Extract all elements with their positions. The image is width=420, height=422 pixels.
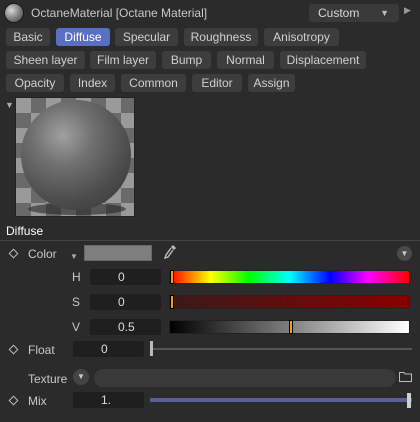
chevron-right-icon[interactable]: ▶ xyxy=(404,5,411,16)
color-label: Color xyxy=(28,247,57,261)
float-slider-handle[interactable] xyxy=(150,341,153,356)
keyframe-diamond-icon[interactable] xyxy=(8,248,19,259)
color-mode-arrow-icon[interactable]: ▼ xyxy=(70,252,78,261)
tab-displacement[interactable]: Displacement xyxy=(280,51,366,69)
float-slider[interactable] xyxy=(150,348,412,350)
float-field[interactable]: 0 xyxy=(73,341,144,357)
folder-icon[interactable] xyxy=(399,371,412,382)
tab-assign[interactable]: Assign xyxy=(248,74,295,92)
divider xyxy=(0,240,420,241)
mix-slider[interactable] xyxy=(150,398,412,402)
hue-slider[interactable] xyxy=(169,270,410,284)
collapse-icon[interactable]: ▼ xyxy=(5,100,14,110)
s-field[interactable]: 0 xyxy=(90,294,161,310)
hue-slider-handle[interactable] xyxy=(170,270,174,284)
material-title: OctaneMaterial [Octane Material] xyxy=(31,6,208,20)
dropdown-arrow-icon: ▼ xyxy=(380,8,389,18)
value-slider-handle[interactable] xyxy=(289,320,293,334)
saturation-slider-handle[interactable] xyxy=(170,295,174,309)
tab-index[interactable]: Index xyxy=(70,74,115,92)
keyframe-diamond-icon[interactable] xyxy=(8,395,19,406)
value-slider[interactable] xyxy=(169,320,410,334)
v-label: V xyxy=(72,320,81,334)
s-label: S xyxy=(72,295,81,309)
tab-bump[interactable]: Bump xyxy=(162,51,211,69)
material-icon xyxy=(4,3,24,23)
mix-slider-handle[interactable] xyxy=(407,393,411,408)
tab-editor[interactable]: Editor xyxy=(192,74,242,92)
color-swatch[interactable] xyxy=(84,245,152,261)
tab-film-layer[interactable]: Film layer xyxy=(90,51,156,69)
tab-sheen-layer[interactable]: Sheen layer xyxy=(6,51,85,69)
tab-anisotropy[interactable]: Anisotropy xyxy=(264,28,339,46)
tab-diffuse[interactable]: Diffuse xyxy=(56,28,110,46)
tab-opacity[interactable]: Opacity xyxy=(6,74,64,92)
color-options-button[interactable]: ▼ xyxy=(397,246,412,261)
saturation-slider[interactable] xyxy=(169,295,410,309)
mix-label: Mix xyxy=(28,394,47,408)
eyedropper-icon[interactable] xyxy=(163,244,177,260)
h-field[interactable]: 0 xyxy=(90,269,161,285)
v-field[interactable]: 0.5 xyxy=(90,319,161,335)
section-title: Diffuse xyxy=(6,224,44,238)
tab-common[interactable]: Common xyxy=(121,74,186,92)
keyframe-diamond-icon[interactable] xyxy=(8,344,19,355)
tab-roughness[interactable]: Roughness xyxy=(184,28,258,46)
h-label: H xyxy=(72,270,81,284)
preview-sphere xyxy=(21,100,131,210)
float-label: Float xyxy=(28,343,55,357)
texture-dropdown-button[interactable]: ▼ xyxy=(73,369,89,385)
mix-field[interactable]: 1. xyxy=(73,392,144,408)
material-preview xyxy=(15,97,135,217)
tab-basic[interactable]: Basic xyxy=(6,28,50,46)
tab-specular[interactable]: Specular xyxy=(115,28,178,46)
tab-normal[interactable]: Normal xyxy=(217,51,274,69)
preset-dropdown[interactable]: Custom ▼ xyxy=(309,4,399,22)
texture-field[interactable] xyxy=(94,369,396,387)
texture-label: Texture xyxy=(28,372,68,386)
preset-value: Custom xyxy=(318,6,360,20)
